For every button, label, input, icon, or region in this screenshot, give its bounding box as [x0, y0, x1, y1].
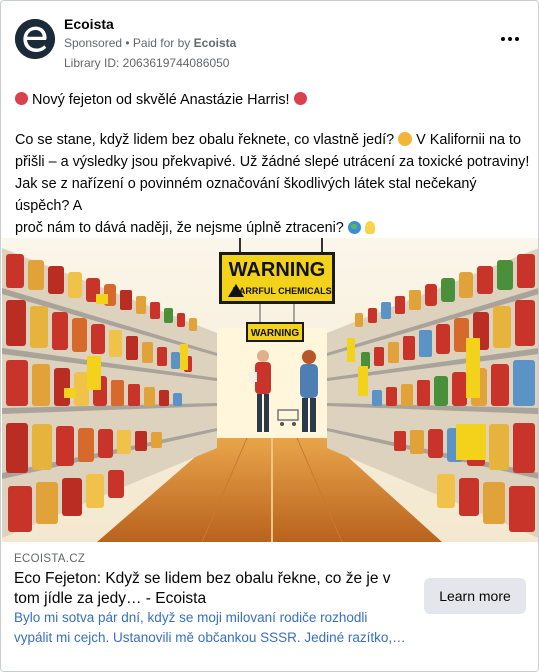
ad-card: Ecoista Sponsored • Paid for by Ecoista …	[0, 0, 539, 672]
link-domain: ECOISTA.CZ	[14, 553, 86, 565]
more-dot-icon	[508, 37, 512, 41]
page-name[interactable]: Ecoista	[64, 16, 114, 32]
headline-text: Nový fejeton od skvělé Anastázie Harris!	[32, 92, 290, 108]
line-text: Co se stane, když lidem bez obalu řeknet…	[15, 132, 395, 148]
sponsored-label: Sponsored • Paid for by Ecoista	[64, 36, 236, 50]
warning-sign-small-title: WARNING	[251, 328, 300, 339]
more-dot-icon	[501, 37, 505, 41]
warning-sign-subtitle: HARRFUL CHEMICALS	[232, 286, 331, 296]
ecoista-logo-icon	[15, 19, 55, 59]
warning-sign-title: WARNING	[229, 259, 326, 281]
paragraph-line: proč nám to dává naději, že nejsme úplně…	[15, 217, 530, 239]
link-title-line: tom jídle za jedy… - Ecoista	[14, 590, 207, 607]
globe-icon	[347, 221, 361, 234]
paragraph-line: Co se stane, když lidem bez obalu řeknet…	[15, 129, 530, 151]
payer-name[interactable]: Ecoista	[194, 36, 237, 50]
link-description-line: vypálit mi cejch. Ustanovili mě občankou…	[14, 630, 406, 645]
post-header: Ecoista Sponsored • Paid for by Ecoista …	[13, 11, 526, 73]
learn-more-button[interactable]: Learn more	[424, 578, 526, 614]
line-text: proč nám to dává naději, že nejsme úplně…	[15, 220, 344, 236]
more-options-button[interactable]	[496, 29, 524, 49]
ad-image[interactable]: WARNING HARRFUL CHEMICALS WARNING	[2, 238, 538, 542]
red-circle-icon	[293, 92, 307, 105]
link-preview[interactable]: ECOISTA.CZ Eco Fejeton: Když se lidem be…	[1, 542, 538, 671]
link-description-line: Bylo mi sotva pár dní, když se moji milo…	[14, 610, 368, 625]
post-headline: Nový fejeton od skvělé Anastázie Harris!	[15, 89, 530, 111]
sponsored-text: Sponsored	[64, 36, 123, 50]
paragraph-line: Jak se z nařízení o povinném označování …	[15, 176, 477, 214]
avatar[interactable]	[15, 19, 55, 59]
library-id: Library ID: 2063619744086050	[64, 56, 230, 70]
paid-for-by-text: • Paid for by	[125, 36, 191, 50]
thinking-face-icon	[398, 132, 413, 146]
red-circle-icon	[15, 92, 28, 105]
lightbulb-icon	[364, 221, 375, 234]
line-text: V Kalifornii na to	[416, 132, 521, 148]
more-dot-icon	[515, 37, 519, 41]
supermarket-illustration: WARNING HARRFUL CHEMICALS WARNING	[2, 238, 538, 542]
paragraph-line: přišli – a výsledky jsou překvapivé. Už …	[15, 154, 530, 170]
post-text: Nový fejeton od skvělé Anastázie Harris!…	[15, 89, 530, 261]
link-title[interactable]: Eco Fejeton: Když se lidem bez obalu řek…	[14, 569, 409, 609]
link-title-line: Eco Fejeton: Když se lidem bez obalu řek…	[14, 570, 391, 587]
link-description[interactable]: Bylo mi sotva pár dní, když se moji milo…	[14, 608, 419, 648]
